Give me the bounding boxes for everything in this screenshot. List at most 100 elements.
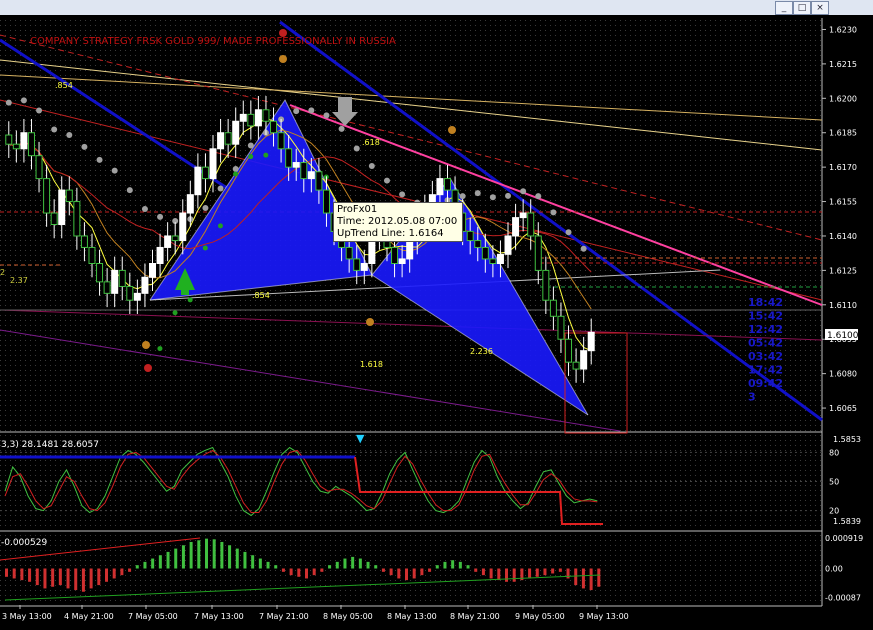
candle-body	[96, 263, 104, 283]
sar-dot-grey	[293, 108, 300, 115]
candle-body	[353, 258, 361, 271]
macd-bar	[151, 558, 155, 569]
pattern-time-label: 3	[748, 391, 756, 404]
macd-bar	[158, 555, 162, 569]
maximize-button[interactable]: □	[793, 1, 811, 15]
macd-bar	[120, 568, 124, 576]
macd-bar	[428, 568, 432, 572]
candle-body	[58, 189, 66, 225]
pattern-time-label: 18:42	[748, 296, 783, 309]
macd-bar	[297, 568, 301, 577]
candle-body	[436, 178, 444, 196]
candle-body	[262, 109, 270, 122]
macd-bar	[20, 568, 24, 581]
candle-body	[565, 338, 573, 363]
macd-bar	[481, 568, 485, 576]
sar-dot-grey	[383, 177, 390, 184]
fibo-label: 2.236	[470, 347, 493, 356]
macd-bar	[551, 568, 555, 574]
candle-body	[164, 235, 172, 248]
candle-body	[73, 201, 81, 237]
tooltip-time: Time: 2012.05.08 07:00	[337, 216, 458, 227]
pattern-time-label: 09:42	[748, 377, 783, 390]
sar-dot-grey	[565, 229, 572, 236]
panel-frames	[0, 18, 823, 607]
sar-dot-grey	[247, 142, 254, 149]
macd-bar	[166, 551, 170, 569]
stochastic-tick-label: 50	[829, 478, 839, 487]
candle-body	[580, 350, 588, 370]
pattern-time-label: 17:42	[748, 364, 783, 377]
sar-dot-grey	[141, 205, 148, 212]
macd-bar	[528, 568, 532, 579]
sar-dot-grey	[232, 166, 239, 173]
candle-body	[398, 258, 406, 265]
signal-dot	[448, 126, 456, 134]
minimize-button[interactable]: _	[775, 1, 793, 15]
macd-bar	[266, 561, 270, 569]
sar-dot-grey	[81, 143, 88, 150]
candle-body	[270, 120, 278, 134]
macd-bar	[374, 565, 378, 569]
sar-dot-green	[233, 171, 239, 177]
sar-dot-grey	[66, 132, 73, 139]
candle-body	[126, 285, 134, 301]
sar-dot-grey	[202, 205, 209, 212]
candle-body	[133, 292, 141, 301]
macd-tick-label: 0.000919	[825, 534, 863, 543]
pattern-time-label: 15:42	[748, 310, 783, 323]
side-label: 2	[0, 268, 5, 277]
macd-bar	[51, 568, 55, 587]
macd-bar	[581, 568, 585, 589]
sar-dot-grey	[399, 191, 406, 198]
tooltip-name: ProFx01	[337, 204, 378, 215]
candle-body	[50, 212, 58, 225]
time-tick-label: 8 May 13:00	[387, 612, 437, 621]
candle-body	[141, 276, 149, 294]
macd-bar	[381, 568, 385, 572]
macd-bar	[420, 568, 424, 576]
macd-bar	[12, 568, 16, 579]
sar-dot-grey	[338, 125, 345, 132]
time-tick-label: 4 May 21:00	[64, 612, 114, 621]
macd-bar	[597, 568, 601, 587]
candle-body	[572, 361, 580, 370]
price-tick-label: 1.6140	[829, 232, 857, 241]
macd-bar	[535, 568, 539, 577]
candle-body	[103, 281, 111, 294]
chart-tooltip: ProFx01 Time: 2012.05.08 07:00 UpTrend L…	[333, 202, 463, 242]
macd-tick-label: 0.00	[825, 565, 843, 574]
macd-bar	[335, 561, 339, 569]
time-tick-label: 8 May 05:00	[323, 612, 373, 621]
macd-bar	[35, 568, 39, 586]
candle-body	[171, 235, 179, 242]
candle-body	[444, 178, 451, 191]
price-tick-label: 1.6200	[829, 94, 857, 103]
pattern-time-label: 05:42	[748, 337, 783, 350]
candle-body	[549, 299, 557, 317]
price-tick-label: 1.6170	[829, 163, 857, 172]
time-tick-label: 7 May 21:00	[259, 612, 309, 621]
macd-bar	[474, 568, 478, 572]
candle-body	[194, 166, 202, 196]
stochastic-tick-label: 20	[829, 507, 839, 516]
sar-dot-grey	[126, 187, 133, 194]
sar-dot-grey	[353, 145, 360, 152]
macd-bar	[28, 568, 32, 582]
macd-bar	[351, 556, 355, 569]
macd-bar	[66, 568, 70, 589]
stochastic-side-value: 1.5839	[833, 517, 861, 526]
macd-bar	[205, 538, 208, 569]
macd-bar	[274, 565, 278, 569]
stochastic-title: 3,3) 28.1481 28.6057	[1, 440, 99, 450]
close-button[interactable]: ×	[811, 1, 829, 15]
sar-dot-grey	[535, 193, 542, 200]
macd-bar	[505, 568, 508, 582]
candle-body	[88, 246, 96, 265]
price-tick-label: 1.6230	[829, 25, 857, 34]
macd-bar	[89, 568, 93, 589]
trading-chart[interactable]: .854 .854 .618 1.618 2.236 2 2.37 18:4215:4212:…	[0, 15, 873, 630]
macd-bar	[558, 568, 562, 572]
macd-bar	[443, 561, 447, 569]
macd-bar	[312, 568, 316, 576]
